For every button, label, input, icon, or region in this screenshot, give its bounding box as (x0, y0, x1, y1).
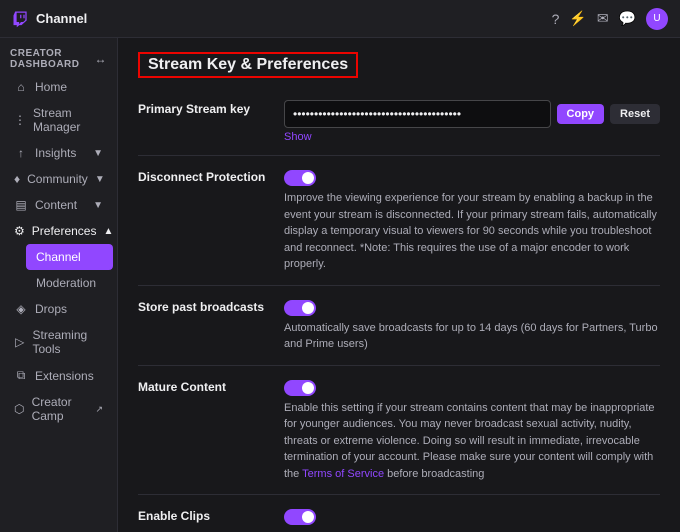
community-icon: ♦ (14, 172, 20, 186)
disconnect-toggle[interactable] (284, 170, 316, 186)
content-area: Stream Key & Preferences Primary Stream … (118, 38, 680, 532)
page-header: Stream Key & Preferences (118, 38, 680, 88)
sidebar-item-stream-manager[interactable]: ⋮ Stream Manager (4, 100, 113, 140)
setting-row-mature: Mature Content Enable this setting if yo… (138, 366, 660, 496)
disconnect-control: Improve the viewing experience for your … (284, 168, 660, 273)
sidebar-item-home[interactable]: ⌂ Home (4, 74, 113, 100)
main-layout: CREATOR DASHBOARD ↔ ⌂ Home ⋮ Stream Mana… (0, 38, 680, 532)
toggle-knob (302, 172, 314, 184)
sidebar-item-creator-camp[interactable]: ⬡ Creator Camp ↗ (4, 389, 113, 429)
drops-icon: ◈ (14, 302, 28, 316)
show-link[interactable]: Show (284, 131, 660, 143)
mature-toggle[interactable] (284, 380, 316, 396)
settings-section: Primary Stream key Copy Reset Show Disco… (118, 88, 680, 532)
home-icon: ⌂ (14, 80, 28, 94)
stream-key-row: Copy Reset (284, 100, 660, 128)
toggle-knob (302, 511, 314, 523)
broadcasts-control: Automatically save broadcasts for up to … (284, 298, 660, 353)
toggle-knob (302, 382, 314, 394)
insights-icon: ↑ (14, 146, 28, 160)
external-link-icon: ↗ (95, 404, 103, 415)
sidebar-item-channel[interactable]: Channel (26, 244, 113, 270)
sidebar-item-insights[interactable]: ↑ Insights ▼ (4, 140, 113, 166)
disconnect-desc: Improve the viewing experience for your … (284, 190, 660, 273)
question-icon[interactable]: ? (552, 11, 560, 27)
preferences-icon: ⚙ (14, 224, 25, 238)
extensions-icon: ⧉ (14, 368, 28, 383)
sidebar-section-label: CREATOR DASHBOARD ↔ (0, 38, 117, 74)
preferences-chevron-icon: ▲ (103, 226, 113, 237)
sidebar: CREATOR DASHBOARD ↔ ⌂ Home ⋮ Stream Mana… (0, 38, 118, 532)
toggle-knob (302, 302, 314, 314)
twitch-icon (12, 10, 30, 28)
stream-key-label: Primary Stream key (138, 100, 268, 116)
stream-manager-icon: ⋮ (14, 113, 26, 127)
sidebar-item-content[interactable]: ▤ Content ▼ (4, 192, 113, 218)
content-chevron-icon: ▼ (93, 200, 103, 211)
mature-label: Mature Content (138, 378, 268, 394)
stream-key-input[interactable] (284, 100, 551, 128)
top-nav-actions: ? ⚡ ✉ 💬 U (552, 8, 668, 30)
creator-camp-icon: ⬡ (14, 402, 25, 416)
mail-icon[interactable]: ✉ (597, 10, 609, 27)
mature-desc: Enable this setting if your stream conta… (284, 400, 660, 483)
setting-row-stream-key: Primary Stream key Copy Reset Show (138, 88, 660, 156)
sidebar-item-preferences[interactable]: ⚙ Preferences ▲ (4, 218, 113, 244)
avatar[interactable]: U (646, 8, 668, 30)
clips-label: Enable Clips (138, 507, 268, 523)
app-logo[interactable]: Channel (12, 10, 87, 28)
sidebar-item-streaming-tools[interactable]: ▷ Streaming Tools (4, 322, 113, 362)
broadcasts-desc: Automatically save broadcasts for up to … (284, 320, 660, 353)
terms-link[interactable]: Terms of Service (302, 468, 384, 480)
lightning-icon[interactable]: ⚡ (569, 10, 586, 27)
insights-chevron-icon: ▼ (93, 148, 103, 159)
sidebar-item-drops[interactable]: ◈ Drops (4, 296, 113, 322)
app-title: Channel (36, 11, 87, 26)
clips-control: Enable the creation of clips from your s… (284, 507, 660, 532)
copy-button[interactable]: Copy (557, 104, 605, 124)
top-nav: Channel ? ⚡ ✉ 💬 U (0, 0, 680, 38)
mature-control: Enable this setting if your stream conta… (284, 378, 660, 483)
community-chevron-icon: ▼ (95, 174, 105, 185)
sidebar-item-moderation[interactable]: Moderation (26, 270, 113, 296)
chat-icon[interactable]: 💬 (619, 10, 636, 27)
sidebar-section-icon: ↔ (95, 52, 108, 66)
broadcasts-toggle[interactable] (284, 300, 316, 316)
broadcasts-label: Store past broadcasts (138, 298, 268, 314)
page-title: Stream Key & Preferences (138, 52, 358, 78)
sidebar-sub-preferences: Channel Moderation (0, 244, 117, 296)
reset-button[interactable]: Reset (610, 104, 660, 124)
sidebar-item-extensions[interactable]: ⧉ Extensions (4, 362, 113, 389)
stream-key-control: Copy Reset Show (284, 100, 660, 143)
setting-row-disconnect: Disconnect Protection Improve the viewin… (138, 156, 660, 286)
sidebar-item-community[interactable]: ♦ Community ▼ (4, 166, 113, 192)
streaming-tools-icon: ▷ (14, 335, 26, 349)
setting-row-clips: Enable Clips Enable the creation of clip… (138, 495, 660, 532)
clips-toggle[interactable] (284, 509, 316, 525)
disconnect-label: Disconnect Protection (138, 168, 268, 184)
content-icon: ▤ (14, 198, 28, 212)
setting-row-broadcasts: Store past broadcasts Automatically save… (138, 286, 660, 366)
